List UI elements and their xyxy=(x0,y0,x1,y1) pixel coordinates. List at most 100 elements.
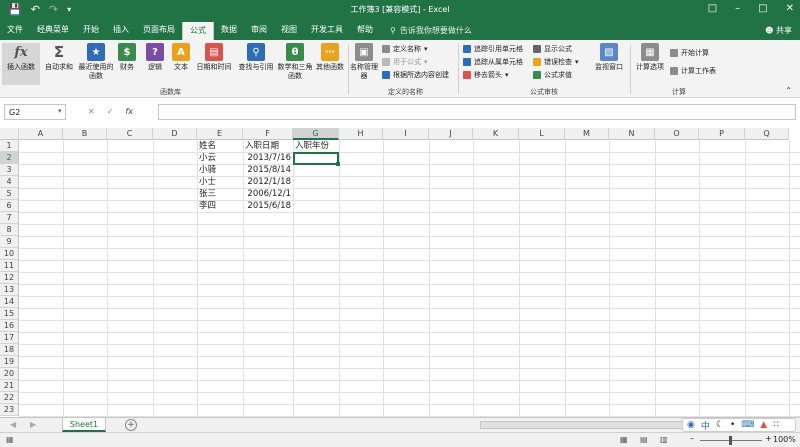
row-header[interactable]: 8 xyxy=(0,224,19,236)
column-header[interactable]: H xyxy=(339,128,383,140)
row-header[interactable]: 15 xyxy=(0,308,19,320)
zoom-thumb[interactable] xyxy=(729,436,732,445)
column-header[interactable]: L xyxy=(519,128,565,140)
row-header[interactable]: 19 xyxy=(0,356,19,368)
name-manager-button[interactable]: ▣ 名称管理器 xyxy=(350,43,378,81)
cell-f1[interactable]: 入职日期 xyxy=(245,140,279,152)
evaluate-formula-button[interactable]: 公式求值 xyxy=(533,70,572,80)
row-header[interactable]: 23 xyxy=(0,404,19,416)
trace-precedents-button[interactable]: 追踪引用单元格 xyxy=(463,44,523,54)
row-header[interactable]: 11 xyxy=(0,260,19,272)
tab-page-layout[interactable]: 页面布局 xyxy=(136,20,182,40)
row-header[interactable]: 6 xyxy=(0,200,19,212)
row-header[interactable]: 5 xyxy=(0,188,19,200)
column-header[interactable]: K xyxy=(473,128,519,140)
remove-arrows-button[interactable]: 移去箭头 ▾ xyxy=(463,70,509,80)
column-header[interactable]: O xyxy=(655,128,699,140)
share-button[interactable]: ☻ 共享 xyxy=(765,25,792,36)
row-header[interactable]: 4 xyxy=(0,176,19,188)
cell-e6[interactable]: 李四 xyxy=(199,200,216,212)
insert-function-button[interactable]: fx 插入函数 xyxy=(2,43,40,85)
tell-me-box[interactable]: ⚲ 告诉我你想要做什么 xyxy=(390,25,472,36)
scroll-right-icon[interactable]: ▶ xyxy=(30,420,36,429)
calc-now-button[interactable]: 开始计算 xyxy=(670,48,709,58)
row-header[interactable]: 3 xyxy=(0,164,19,176)
chinese-input-icon[interactable]: 中 xyxy=(701,419,710,432)
column-header[interactable]: N xyxy=(609,128,655,140)
row-header[interactable]: 14 xyxy=(0,296,19,308)
enter-icon[interactable]: ✓ xyxy=(107,107,114,116)
cell-e3[interactable]: 小骑 xyxy=(199,164,216,176)
column-header[interactable]: G xyxy=(293,128,339,140)
trace-dependents-button[interactable]: 追踪从属单元格 xyxy=(463,57,523,67)
autosum-button[interactable]: Σ 自动求和 xyxy=(40,43,78,72)
tab-classic-menu[interactable]: 经典菜单 xyxy=(30,20,76,40)
cell-e4[interactable]: 小士 xyxy=(199,176,216,188)
column-header[interactable]: B xyxy=(63,128,107,140)
fill-handle[interactable] xyxy=(336,162,340,166)
normal-view-icon[interactable]: ▦ xyxy=(620,435,628,444)
row-header[interactable]: 20 xyxy=(0,368,19,380)
cell-f2[interactable]: 2013/7/16 xyxy=(243,152,291,164)
assistant-icon[interactable]: ◉ xyxy=(687,420,695,430)
row-header[interactable]: 1 xyxy=(0,140,19,152)
datetime-button[interactable]: ▤ 日期和时间 xyxy=(194,43,234,72)
create-from-selection-button[interactable]: 根据所选内容创建 xyxy=(382,70,449,80)
cell-e2[interactable]: 小云 xyxy=(199,152,216,164)
financial-button[interactable]: $ 财务 xyxy=(112,43,142,72)
dot-icon[interactable]: • xyxy=(730,420,735,430)
tab-data[interactable]: 数据 xyxy=(214,20,244,40)
cell-e1[interactable]: 姓名 xyxy=(199,140,216,152)
recent-functions-button[interactable]: ★ 最近使用的函数 xyxy=(76,43,116,81)
cell-f4[interactable]: 2012/1/18 xyxy=(243,176,291,188)
watch-window-button[interactable]: ▨ 监视窗口 xyxy=(592,43,626,72)
column-header[interactable]: M xyxy=(565,128,609,140)
close-icon[interactable]: ✕ xyxy=(786,3,794,14)
moon-icon[interactable]: ☾ xyxy=(716,420,724,430)
column-header[interactable]: I xyxy=(383,128,429,140)
cancel-icon[interactable]: ✕ xyxy=(88,107,95,116)
macro-record-icon[interactable]: ▦ xyxy=(6,435,14,444)
row-header[interactable]: 13 xyxy=(0,284,19,296)
row-header[interactable]: 21 xyxy=(0,380,19,392)
grid-icon[interactable]: ∷ xyxy=(773,420,779,430)
calc-options-button[interactable]: ▦ 计算选项 xyxy=(634,43,666,72)
insert-function-fx[interactable]: fx xyxy=(125,107,133,116)
row-header[interactable]: 16 xyxy=(0,320,19,332)
scroll-left-icon[interactable]: ◀ xyxy=(10,420,16,429)
cell-f5[interactable]: 2006/12/1 xyxy=(243,188,291,200)
row-header[interactable]: 2 xyxy=(0,152,19,164)
tab-formulas[interactable]: 公式 xyxy=(182,22,214,40)
row-header[interactable]: 22 xyxy=(0,392,19,404)
column-header[interactable]: A xyxy=(19,128,63,140)
column-header[interactable]: P xyxy=(699,128,745,140)
tab-help[interactable]: 帮助 xyxy=(350,20,380,40)
text-button[interactable]: A 文本 xyxy=(166,43,196,72)
selected-cell-g2[interactable] xyxy=(293,152,339,165)
sheet-tab-sheet1[interactable]: Sheet1 xyxy=(62,418,106,432)
cell-f6[interactable]: 2015/6/18 xyxy=(243,200,291,212)
tab-review[interactable]: 审阅 xyxy=(244,20,274,40)
cell-f3[interactable]: 2015/8/14 xyxy=(243,164,291,176)
zoom-out-icon[interactable]: – xyxy=(690,434,694,443)
column-header[interactable]: E xyxy=(197,128,243,140)
page-break-view-icon[interactable]: ▥ xyxy=(660,435,668,444)
zoom-in-icon[interactable]: + xyxy=(765,434,772,443)
formula-input[interactable] xyxy=(158,104,796,120)
tab-insert[interactable]: 插入 xyxy=(106,20,136,40)
show-formulas-button[interactable]: 显示公式 xyxy=(533,44,572,54)
cell-g1[interactable]: 入职年份 xyxy=(295,140,329,152)
row-header[interactable]: 18 xyxy=(0,344,19,356)
keyboard-icon[interactable]: ⌨ xyxy=(741,420,754,430)
column-header[interactable]: D xyxy=(153,128,197,140)
tab-view[interactable]: 视图 xyxy=(274,20,304,40)
maximize-icon[interactable]: □ xyxy=(758,3,767,14)
calc-sheet-button[interactable]: 计算工作表 xyxy=(670,66,716,76)
define-name-button[interactable]: 定义名称 ▾ xyxy=(382,44,428,54)
use-in-formula-button[interactable]: 用于公式 ▾ xyxy=(382,57,428,67)
shirt-icon[interactable]: ▲ xyxy=(760,420,767,430)
zoom-level[interactable]: 100% xyxy=(773,435,796,444)
tab-home[interactable]: 开始 xyxy=(76,20,106,40)
select-all-corner[interactable] xyxy=(0,128,19,140)
page-layout-view-icon[interactable]: ▤ xyxy=(640,435,648,444)
